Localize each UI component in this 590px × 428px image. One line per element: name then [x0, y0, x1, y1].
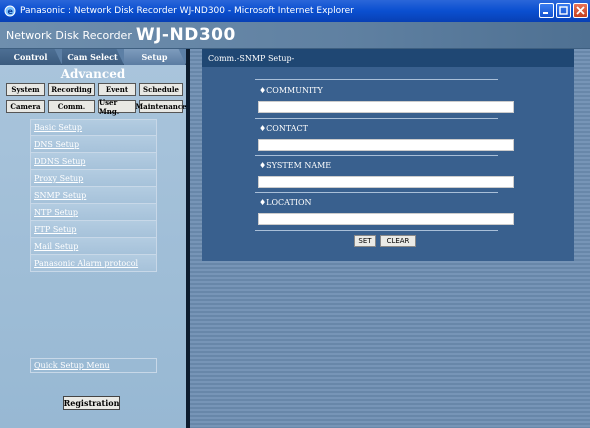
close-button[interactable]: [573, 3, 588, 18]
location-label: ♦LOCATION: [259, 198, 312, 207]
divider-line: [255, 118, 498, 119]
comm-submenu: Basic Setup DNS Setup DDNS Setup Proxy S…: [30, 119, 157, 272]
submenu-mail-setup[interactable]: Mail Setup: [30, 238, 157, 255]
submenu-ddns-setup[interactable]: DDNS Setup: [30, 153, 157, 170]
window-title: Panasonic : Network Disk Recorder WJ-ND3…: [20, 6, 354, 16]
submenu-dns-setup[interactable]: DNS Setup: [30, 136, 157, 153]
submenu-panasonic-alarm-protocol[interactable]: Panasonic Alarm protocol: [30, 255, 157, 272]
quick-setup-menu-link[interactable]: Quick Setup Menu: [30, 358, 157, 373]
product-name: Network Disk Recorder: [6, 28, 132, 42]
tab-setup[interactable]: Setup: [124, 49, 186, 65]
set-button[interactable]: SET: [354, 235, 376, 247]
main-content: Comm.-SNMP Setup- ♦COMMUNITY ♦CONTACT ♦S…: [190, 49, 590, 428]
internet-explorer-icon: e: [4, 5, 16, 17]
tab-cam-select[interactable]: Cam Select: [62, 49, 124, 65]
snmp-setup-panel: Comm.-SNMP Setup- ♦COMMUNITY ♦CONTACT ♦S…: [202, 49, 574, 261]
location-field[interactable]: [258, 213, 514, 225]
community-field[interactable]: [258, 101, 514, 113]
maximize-icon: [559, 6, 568, 15]
panel-title: Comm.-SNMP Setup-: [202, 49, 574, 67]
menu-schedule-button[interactable]: Schedule: [139, 83, 183, 96]
submenu-snmp-setup[interactable]: SNMP Setup: [30, 187, 157, 204]
divider-line: [255, 79, 498, 80]
top-tabs: Control Cam Select Setup: [0, 49, 186, 65]
menu-maintenance-button[interactable]: Maintenance: [135, 100, 187, 113]
contact-field[interactable]: [258, 139, 514, 151]
menu-user-mng-button[interactable]: User Mng.: [98, 98, 136, 116]
menu-recording-button[interactable]: Recording: [48, 83, 95, 96]
svg-text:e: e: [8, 7, 14, 16]
app-header: Network Disk Recorder WJ-ND300: [0, 22, 590, 49]
system-name-field[interactable]: [258, 176, 514, 188]
left-navigation-panel: Control Cam Select Setup Advanced System…: [0, 49, 187, 428]
submenu-proxy-setup[interactable]: Proxy Setup: [30, 170, 157, 187]
submenu-ntp-setup[interactable]: NTP Setup: [30, 204, 157, 221]
system-name-label: ♦SYSTEM NAME: [259, 161, 332, 170]
submenu-basic-setup[interactable]: Basic Setup: [30, 119, 157, 136]
divider-line: [255, 155, 498, 156]
clear-button[interactable]: CLEAR: [380, 235, 416, 247]
registration-button[interactable]: Registration: [63, 396, 120, 410]
minimize-icon: [543, 12, 548, 14]
menu-comm-button[interactable]: Comm.: [48, 100, 95, 113]
divider-line: [255, 230, 498, 231]
contact-label: ♦CONTACT: [259, 124, 308, 133]
submenu-ftp-setup[interactable]: FTP Setup: [30, 221, 157, 238]
tab-control[interactable]: Control: [0, 49, 62, 65]
advanced-title: Advanced: [60, 67, 126, 81]
menu-system-button[interactable]: System: [6, 83, 45, 96]
divider-line: [255, 192, 498, 193]
window-title-bar: e Panasonic : Network Disk Recorder WJ-N…: [0, 0, 590, 22]
minimize-button[interactable]: [539, 3, 554, 18]
menu-event-button[interactable]: Event: [98, 83, 136, 96]
model-name: WJ-ND300: [135, 25, 236, 45]
community-label: ♦COMMUNITY: [259, 86, 323, 95]
maximize-button[interactable]: [556, 3, 571, 18]
menu-camera-button[interactable]: Camera: [6, 100, 45, 113]
close-icon: [576, 6, 585, 15]
